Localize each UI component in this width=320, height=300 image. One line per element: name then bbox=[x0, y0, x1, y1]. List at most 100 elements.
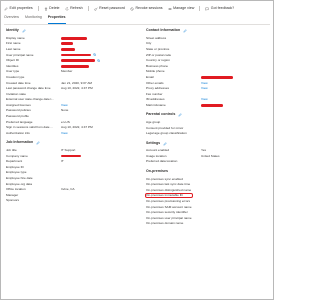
redaction-mark bbox=[61, 53, 91, 57]
toolbar-divider bbox=[37, 6, 39, 11]
email-label: Email bbox=[146, 75, 154, 79]
last-name-label: Last name bbox=[6, 47, 21, 51]
upn-label: User principal name bbox=[6, 53, 34, 57]
feedback-button[interactable]: Got feedback? bbox=[205, 6, 234, 11]
preferred-language-label: Preferred language bbox=[6, 120, 33, 124]
job-info-section-header: Job Information bbox=[6, 140, 136, 146]
edit-job-info-pencil-icon[interactable] bbox=[36, 141, 40, 145]
zip-label: ZIP or postal code bbox=[146, 53, 172, 57]
identities-label: Identities bbox=[6, 64, 19, 68]
fax-number-label: Fax number bbox=[146, 92, 163, 96]
manager-label: Manager bbox=[6, 193, 19, 197]
department-value: IT bbox=[61, 159, 64, 164]
redaction-mark bbox=[61, 64, 89, 68]
authorization-info-link[interactable]: View bbox=[61, 131, 68, 135]
redaction-mark bbox=[201, 76, 233, 79]
tab-properties[interactable]: Properties bbox=[47, 15, 66, 24]
onprem-upn-label: On-premises user principal name bbox=[146, 216, 192, 220]
key-icon bbox=[94, 6, 98, 11]
reset-password-label: Reset password bbox=[99, 5, 125, 10]
age-group-label: Age group bbox=[146, 120, 161, 124]
usage-location-value: United States bbox=[201, 153, 220, 158]
consent-label: Consent provided for minor bbox=[146, 126, 184, 130]
redaction-mark bbox=[61, 42, 73, 46]
mail-nickname-value bbox=[201, 104, 223, 107]
command-bar: Edit properties Delete Refresh Reset pas… bbox=[4, 4, 272, 13]
legal-age-label: Legal age group classification bbox=[146, 132, 187, 136]
proxy-addresses-label: Proxy addresses bbox=[146, 87, 170, 91]
onprem-security-identifier-label: On-premises security identifier bbox=[146, 211, 188, 215]
onprem-immutable-id-label: On-premises immutable ID bbox=[145, 193, 193, 199]
other-emails-label: Other emails bbox=[146, 81, 164, 85]
edit-properties-button[interactable]: Edit properties bbox=[4, 5, 33, 11]
creation-type-label: Creation type bbox=[6, 75, 25, 79]
trash-icon bbox=[44, 7, 48, 11]
redaction-mark bbox=[61, 154, 81, 158]
delete-button[interactable]: Delete bbox=[44, 6, 60, 11]
contact-info-section-title: Contact Information bbox=[146, 28, 181, 33]
onprem-sam-account-label: On-premises SAM account name bbox=[146, 205, 192, 209]
email-value bbox=[201, 76, 233, 79]
edit-identity-pencil-icon[interactable] bbox=[22, 29, 26, 33]
mail-nickname-label: Mail nickname bbox=[146, 103, 166, 107]
job-info-section-title: Job Information bbox=[6, 140, 34, 145]
edit-settings-pencil-icon[interactable] bbox=[163, 141, 167, 146]
object-id-label: Object ID bbox=[6, 59, 19, 63]
city-label: City bbox=[146, 42, 152, 46]
edit-contact-info-pencil-icon[interactable] bbox=[183, 29, 187, 33]
created-date-label: Created date time bbox=[6, 81, 31, 85]
manage-view-label: Manage view bbox=[173, 5, 195, 10]
revoke-sessions-button[interactable]: Revoke sessions bbox=[130, 5, 163, 11]
sign-in-sessions-value: Aug 10, 2022, 4:47 PM bbox=[61, 125, 93, 130]
refresh-label: Refresh bbox=[70, 5, 83, 10]
display-name-value bbox=[61, 36, 87, 40]
street-address-label: Street address bbox=[146, 36, 167, 40]
display-name-label: Display name bbox=[6, 36, 25, 40]
im-addresses-label: IM addresses bbox=[146, 98, 165, 102]
preferred-language-value: en-US bbox=[61, 119, 70, 124]
onprem-last-sync-label: On-premises last sync date time bbox=[146, 183, 191, 187]
department-label: Department bbox=[6, 160, 23, 164]
tab-monitoring[interactable]: Monitoring bbox=[25, 15, 42, 23]
external-user-state-label: External user state change date t... bbox=[6, 98, 54, 102]
manage-view-button[interactable]: Manage view bbox=[167, 5, 195, 11]
refresh-button[interactable]: Refresh bbox=[65, 5, 83, 11]
job-title-label: Job title bbox=[6, 148, 17, 152]
invitation-state-label: Invitation state bbox=[6, 92, 26, 96]
onprem-domain-name-label: On-premises domain name bbox=[146, 222, 184, 226]
assigned-licenses-link[interactable]: View bbox=[61, 103, 68, 107]
right-column: Contact Information Street address City … bbox=[145, 28, 271, 227]
on-premises-section-title: On-premises bbox=[146, 168, 168, 173]
account-enabled-label: Account enabled bbox=[146, 149, 170, 153]
other-emails-link[interactable]: View bbox=[201, 81, 208, 85]
employee-id-label: Employee ID bbox=[6, 165, 24, 169]
redaction-mark bbox=[61, 48, 75, 51]
onprem-sync-enabled-label: On-premises sync enabled bbox=[146, 177, 183, 181]
parental-controls-section-header: Parental controls bbox=[146, 112, 271, 118]
user-type-value: Member bbox=[61, 69, 73, 74]
copy-icon[interactable] bbox=[93, 53, 96, 57]
user-type-label: User type bbox=[6, 70, 20, 74]
company-name-value bbox=[61, 154, 81, 158]
mobile-phone-label: Mobile phone bbox=[146, 70, 165, 74]
state-label: State or province bbox=[146, 47, 170, 51]
redaction-mark bbox=[61, 36, 87, 40]
reset-password-button[interactable]: Reset password bbox=[94, 5, 125, 11]
tab-divider bbox=[4, 23, 270, 25]
pencil-icon bbox=[4, 6, 8, 11]
onprem-provisioning-errors-label: On-premises provisioning errors bbox=[146, 199, 191, 203]
sign-in-sessions-label: Sign in sessions valid from date ... bbox=[6, 126, 53, 130]
employee-type-label: Employee type bbox=[6, 171, 27, 175]
tab-overview[interactable]: Overview bbox=[4, 15, 19, 23]
password-policies-label: Password policies bbox=[6, 109, 31, 113]
on-premises-section-header: On-premises bbox=[146, 169, 271, 175]
created-date-value: Jan 21, 2020, 9:07 AM bbox=[61, 80, 92, 85]
proxy-addresses-link[interactable]: View bbox=[201, 86, 208, 90]
copy-icon[interactable] bbox=[97, 59, 100, 62]
sponsors-label: Sponsors bbox=[6, 199, 20, 203]
password-profile-label: Password profile bbox=[6, 115, 29, 119]
edit-properties-label: Edit properties bbox=[9, 5, 33, 10]
im-addresses-link[interactable]: View bbox=[201, 98, 208, 101]
edit-parental-controls-pencil-icon[interactable] bbox=[178, 113, 183, 117]
revoke-sessions-label: Revoke sessions bbox=[135, 5, 163, 10]
